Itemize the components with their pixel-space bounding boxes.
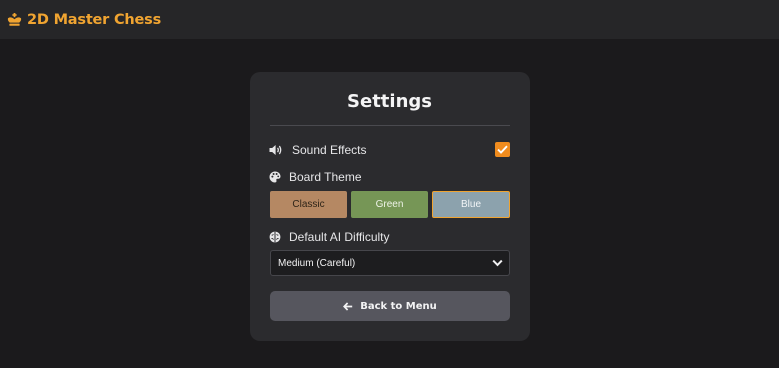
board-theme-row: Board Theme (269, 170, 362, 184)
checkmark-icon (497, 145, 508, 154)
sound-effects-row: Sound Effects (269, 143, 367, 157)
brain-icon (269, 231, 281, 243)
sound-effects-checkbox[interactable] (495, 142, 510, 157)
settings-title: Settings (347, 91, 432, 112)
back-to-menu-label: Back to Menu (360, 300, 437, 312)
divider (270, 125, 510, 126)
top-bar: 2D Master Chess (0, 0, 779, 39)
board-theme-label: Board Theme (289, 170, 362, 184)
theme-classic-button[interactable]: Classic (270, 191, 347, 218)
chevron-down-icon (492, 259, 503, 267)
sound-effects-label: Sound Effects (292, 143, 367, 157)
brand[interactable]: 2D Master Chess (7, 12, 161, 28)
theme-blue-button[interactable]: Blue (432, 191, 510, 218)
arrow-left-icon (343, 301, 353, 311)
theme-green-button[interactable]: Green (351, 191, 428, 218)
volume-icon (269, 145, 282, 155)
ai-difficulty-row: Default AI Difficulty (269, 230, 390, 244)
ai-difficulty-select[interactable]: Medium (Careful) (270, 250, 510, 276)
app-title: 2D Master Chess (27, 11, 162, 28)
chess-king-icon (7, 13, 22, 26)
back-to-menu-button[interactable]: Back to Menu (270, 291, 510, 321)
ai-difficulty-value: Medium (Careful) (278, 257, 356, 269)
palette-icon (269, 171, 281, 183)
ai-difficulty-label: Default AI Difficulty (289, 230, 390, 244)
